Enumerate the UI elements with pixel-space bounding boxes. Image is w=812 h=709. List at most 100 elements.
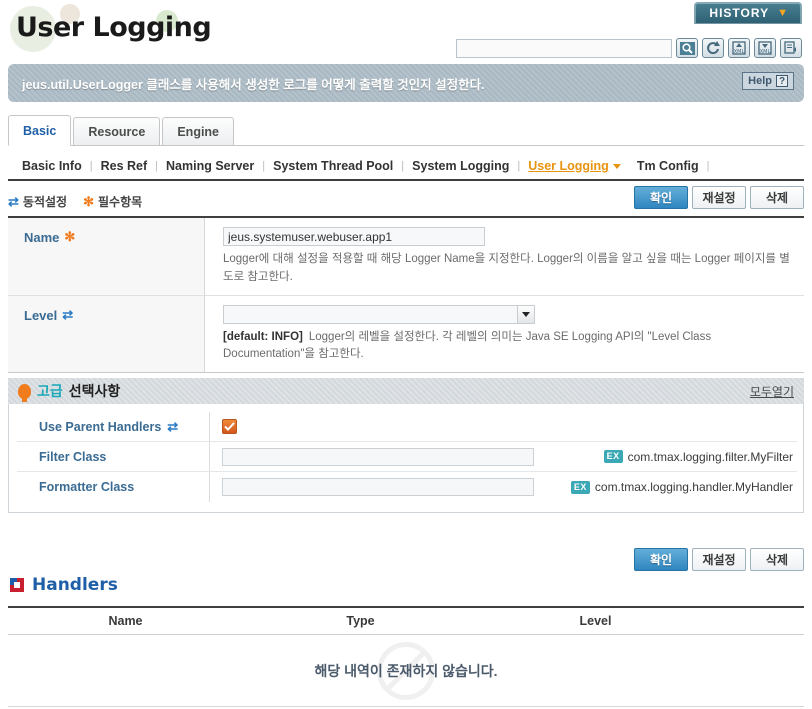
- column-header-type: Type: [346, 614, 375, 628]
- level-default: [default: INFO]: [223, 330, 303, 343]
- asterisk-icon: ✻: [64, 229, 76, 244]
- advanced-label-filter-class: Filter Class: [17, 442, 210, 471]
- confirm-button-top[interactable]: 확인: [634, 186, 688, 209]
- form-label-text: Name: [24, 230, 60, 245]
- name-hint: Logger에 대해 설정을 적용할 때 해당 Logger Name을 지정한…: [223, 253, 790, 283]
- empty-message: 해당 내역이 존재하지 않습니다.: [314, 662, 498, 679]
- delete-button-top[interactable]: 삭제: [750, 186, 804, 209]
- user-logging-page: HISTORY ▼ User Logging XML XML jeus.util…: [0, 0, 812, 709]
- advanced-title: 고급 선택사항: [18, 381, 121, 402]
- lightbulb-icon: [18, 383, 31, 402]
- confirm-button-bottom[interactable]: 확인: [634, 548, 688, 571]
- page-title: User Logging: [16, 12, 212, 43]
- subnav-item-system-logging[interactable]: System Logging: [404, 159, 517, 173]
- delete-button-bottom[interactable]: 삭제: [750, 548, 804, 571]
- advanced-title-highlight: 고급: [37, 383, 63, 399]
- advanced-section-header: 고급 선택사항 모두열기: [8, 378, 804, 404]
- form-value-name: Logger에 대해 설정을 적용할 때 해당 Logger Name을 지정한…: [205, 218, 804, 295]
- handlers-header: Handlers: [10, 575, 118, 595]
- tab-resource[interactable]: Resource: [73, 117, 161, 145]
- advanced-section-body: Use Parent Handlers ⇄ Filter Class EX co…: [8, 404, 804, 513]
- level-hint: [default: INFO] Logger의 레벨을 설정한다. 각 레벨의 의…: [223, 329, 794, 365]
- subnav-item-tm-config[interactable]: Tm Config: [629, 159, 707, 173]
- description-banner: jeus.util.UserLogger 클래스를 사용해서 생성한 로그를 어…: [8, 64, 804, 102]
- reset-button-bottom[interactable]: 재설정: [692, 548, 746, 571]
- form-value-level: [default: INFO] Logger의 레벨을 설정한다. 각 레벨의 의…: [205, 296, 804, 373]
- subnav-item-naming-server[interactable]: Naming Server: [158, 159, 262, 173]
- legend-dynamic-label: 동적설정: [22, 194, 68, 209]
- reset-button-top[interactable]: 재설정: [692, 186, 746, 209]
- subnav-item-label: User Logging: [528, 159, 609, 173]
- advanced-label-text: Formatter Class: [39, 480, 135, 494]
- refresh-icon: ⇄: [62, 306, 74, 322]
- example-text: com.tmax.logging.handler.MyHandler: [594, 480, 793, 494]
- advanced-row-filter-class: Filter Class EX com.tmax.logging.filter.…: [17, 442, 797, 472]
- advanced-value-filter-class: EX com.tmax.logging.filter.MyFilter: [210, 447, 797, 466]
- advanced-label-text: Use Parent Handlers: [39, 419, 162, 434]
- help-button[interactable]: Help ?: [742, 72, 794, 90]
- level-select[interactable]: [223, 304, 535, 324]
- subnav-item-user-logging[interactable]: User Logging: [520, 159, 629, 173]
- xml-upload-icon[interactable]: XML: [728, 38, 750, 58]
- subnav-divider: |: [706, 160, 710, 172]
- asterisk-icon: ✻: [83, 193, 94, 209]
- advanced-label-formatter-class: Formatter Class: [17, 472, 210, 502]
- form-label-name: Name ✻: [8, 218, 205, 295]
- column-header-level: Level: [579, 614, 612, 628]
- legend-required-label: 필수항목: [97, 194, 143, 209]
- svg-text:XML: XML: [734, 49, 745, 55]
- level-select-wrap: [223, 304, 535, 324]
- tmax-square-icon: [10, 578, 24, 592]
- handlers-title: Handlers: [32, 575, 118, 595]
- open-all-link[interactable]: 모두열기: [750, 383, 794, 400]
- filter-class-example: EX com.tmax.logging.filter.MyFilter: [603, 449, 797, 464]
- advanced-row-formatter-class: Formatter Class EX com.tmax.logging.hand…: [17, 472, 797, 502]
- advanced-label-text: Filter Class: [39, 449, 107, 464]
- bottom-action-buttons: 확인 재설정 삭제: [634, 548, 804, 571]
- advanced-label-use-parent-handlers: Use Parent Handlers ⇄: [17, 412, 210, 441]
- chevron-down-icon: ▼: [777, 6, 789, 19]
- handlers-table-header: Name Type Level: [8, 608, 804, 635]
- search-icon[interactable]: [676, 38, 698, 58]
- column-header-name: Name: [108, 614, 143, 628]
- history-tab[interactable]: HISTORY ▼: [694, 2, 802, 24]
- search-input[interactable]: [456, 38, 672, 58]
- save-export-icon[interactable]: [780, 38, 802, 58]
- formatter-class-example: EX com.tmax.logging.handler.MyHandler: [570, 480, 797, 494]
- advanced-title-rest: 선택사항: [68, 383, 121, 399]
- refresh-icon: ⇄: [8, 193, 19, 209]
- advanced-row-use-parent-handlers: Use Parent Handlers ⇄: [17, 412, 797, 442]
- subnav-item-basic-info[interactable]: Basic Info: [14, 159, 90, 173]
- top-action-buttons: 확인 재설정 삭제: [634, 186, 804, 209]
- legend-dynamic: ⇄ 동적설정: [8, 193, 67, 210]
- svg-text:XML: XML: [760, 49, 771, 55]
- tab-engine[interactable]: Engine: [162, 117, 235, 145]
- example-badge: EX: [570, 480, 590, 494]
- tab-basic[interactable]: Basic: [8, 115, 72, 146]
- formatter-class-input[interactable]: [222, 478, 534, 496]
- example-text: com.tmax.logging.filter.MyFilter: [627, 449, 793, 464]
- question-mark-icon: ?: [776, 75, 788, 87]
- name-input[interactable]: [223, 227, 485, 246]
- legend-required: ✻ 필수항목: [83, 193, 142, 210]
- subnav-item-res-ref[interactable]: Res Ref: [93, 159, 156, 173]
- use-parent-handlers-checkbox[interactable]: [222, 419, 237, 434]
- xml-download-icon[interactable]: XML: [754, 38, 776, 58]
- form-row-name: Name ✻ Logger에 대해 설정을 적용할 때 해당 Logger Na…: [8, 218, 804, 296]
- sub-navigation: Basic Info | Res Ref | Naming Server | S…: [8, 153, 804, 181]
- handlers-table: Name Type Level 해당 내역이 존재하지 않습니다.: [8, 606, 804, 707]
- subnav-item-system-thread-pool[interactable]: System Thread Pool: [265, 159, 401, 173]
- refresh-icon[interactable]: [702, 38, 724, 58]
- basic-form-table: Name ✻ Logger에 대해 설정을 적용할 때 해당 Logger Na…: [8, 216, 804, 374]
- help-label: Help: [748, 75, 772, 87]
- form-label-text: Level: [24, 307, 58, 323]
- description-text: jeus.util.UserLogger 클래스를 사용해서 생성한 로그를 어…: [22, 77, 485, 92]
- refresh-icon: ⇄: [167, 419, 179, 434]
- chevron-down-icon: [612, 163, 621, 169]
- filter-class-input[interactable]: [222, 447, 534, 466]
- example-badge: EX: [603, 450, 623, 463]
- search-toolbar: XML XML: [456, 38, 802, 58]
- form-row-level: Level ⇄ [default: INFO] Logger의 레벨을 설정한다.…: [8, 295, 804, 373]
- history-label: HISTORY: [709, 6, 770, 20]
- handlers-empty-state: 해당 내역이 존재하지 않습니다.: [8, 635, 804, 707]
